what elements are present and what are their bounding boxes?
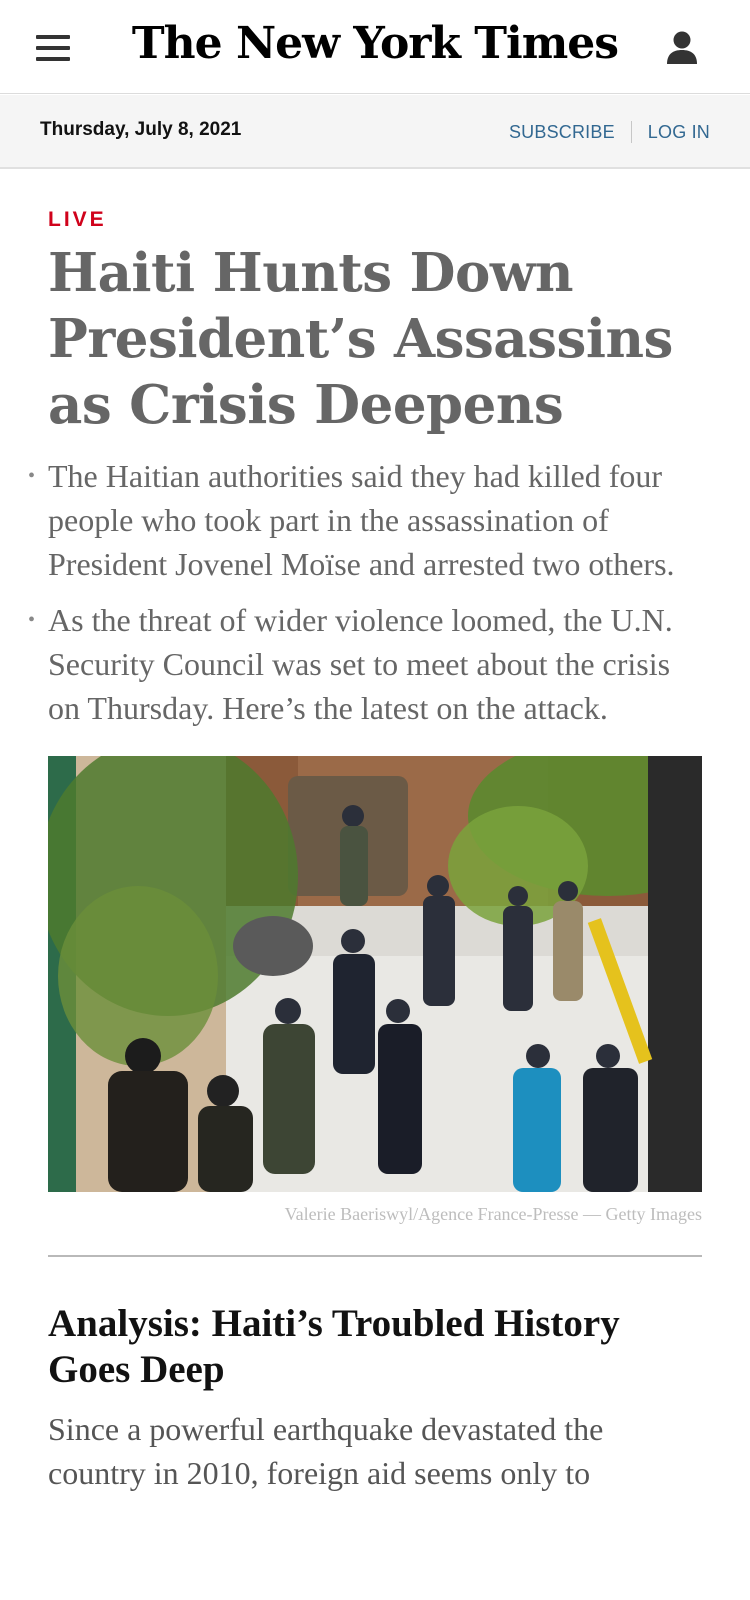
summary-bullet: As the threat of wider violence loomed, …	[28, 598, 702, 730]
photo-credit: Valerie Baeriswyl/Agence France-Presse —…	[284, 1204, 702, 1224]
analysis-summary: Since a powerful earthquake devastated t…	[48, 1411, 604, 1491]
account-links: SUBSCRIBE LOG IN	[509, 121, 710, 143]
summary-bullet: The Haitian authorities said they had ki…	[28, 454, 702, 586]
crime-scene-photo	[48, 756, 702, 1192]
current-date: Thursday, July 8, 2021	[40, 119, 242, 140]
article-photo[interactable]	[48, 756, 702, 1192]
analysis-headline[interactable]: Analysis: Haiti’s Troubled History Goes …	[48, 1301, 702, 1393]
masthead: The New York Times	[0, 0, 750, 94]
summary-bullets: The Haitian authorities said they had ki…	[28, 454, 702, 730]
article-headline[interactable]: Haiti Hunts Down President’s Assassins a…	[48, 240, 702, 438]
subscribe-link[interactable]: SUBSCRIBE	[509, 122, 615, 143]
live-label: LIVE	[48, 208, 107, 231]
link-divider	[630, 121, 632, 143]
nyt-logo[interactable]: The New York Times	[0, 18, 750, 69]
date-bar: Thursday, July 8, 2021 SUBSCRIBE LOG IN	[0, 95, 750, 169]
section-divider	[48, 1255, 702, 1257]
login-link[interactable]: LOG IN	[648, 122, 710, 143]
user-account-icon[interactable]	[666, 30, 698, 66]
main-content: LIVE Haiti Hunts Down President’s Assass…	[28, 190, 702, 1495]
